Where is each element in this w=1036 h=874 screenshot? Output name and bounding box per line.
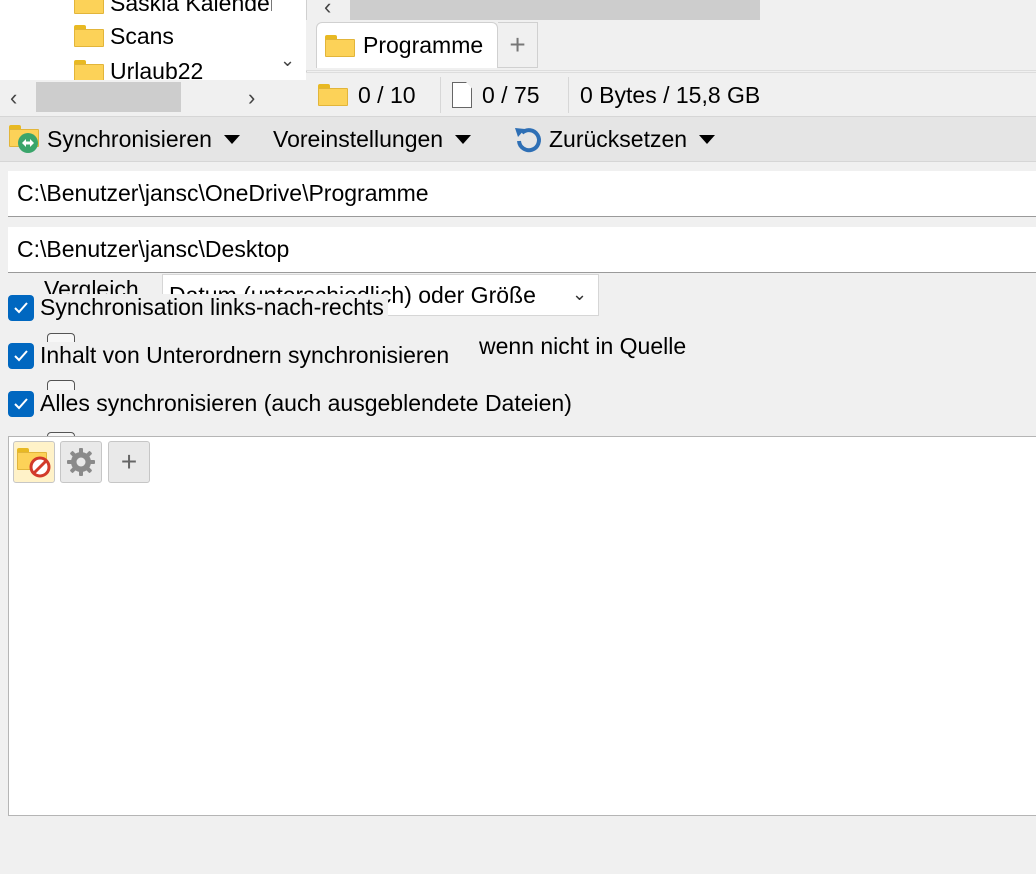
checkmark-icon xyxy=(14,397,28,409)
caret-down-icon xyxy=(699,134,716,144)
sync-folder-icon xyxy=(9,125,41,153)
source-path-value: C:\Benutzer\jansc\OneDrive\Programme xyxy=(17,180,429,206)
plus-icon: + xyxy=(509,29,526,60)
folder-count-value: 0 / 10 xyxy=(358,81,416,108)
tree-horizontal-scrollbar[interactable]: ‹ › xyxy=(0,80,306,114)
subfolders-label: Inhalt von Unterordnern synchronisieren xyxy=(40,342,450,368)
folder-icon xyxy=(318,84,348,106)
sync-direction-option[interactable]: Synchronisation links-nach-rechts xyxy=(8,294,388,321)
synchronize-button[interactable]: Synchronisieren xyxy=(9,117,240,161)
tree-item-label: Scans xyxy=(110,22,174,49)
folder-blocked-icon xyxy=(17,446,51,478)
folder-icon xyxy=(325,34,355,57)
folder-icon xyxy=(74,25,104,47)
reset-label: Zurücksetzen xyxy=(549,125,688,152)
synchronize-label: Synchronisieren xyxy=(47,125,212,152)
caret-down-icon xyxy=(223,134,240,144)
sync-all-label: Alles synchronisieren (auch ausgeblendet… xyxy=(40,390,572,416)
scroll-thumb[interactable] xyxy=(350,0,760,20)
folder-count: 0 / 10 xyxy=(318,73,416,117)
undo-icon xyxy=(515,128,541,153)
file-icon xyxy=(452,82,472,108)
tree-item-label: Urlaub22 xyxy=(110,57,204,81)
caret-down-icon xyxy=(455,134,472,144)
toolbar: Synchronisieren Voreinstellungen Zurücks… xyxy=(0,116,1036,162)
checkbox-checked[interactable] xyxy=(8,342,34,369)
chevron-left-icon[interactable]: ‹ xyxy=(324,0,331,20)
exclude-folder-button[interactable] xyxy=(13,441,55,483)
tab-label: Programme xyxy=(363,32,484,58)
tree-item-label: Saskia Kalender xyxy=(110,0,272,16)
presets-button[interactable]: Voreinstellungen xyxy=(273,117,472,161)
checkbox-checked[interactable] xyxy=(8,294,34,321)
tree-item[interactable]: Scans xyxy=(74,21,174,51)
target-path-value: C:\Benutzer\jansc\Desktop xyxy=(17,236,290,262)
file-count-value: 0 / 75 xyxy=(482,81,540,108)
add-button[interactable]: + xyxy=(108,441,150,483)
file-count: 0 / 75 xyxy=(452,73,540,117)
gear-icon xyxy=(67,448,95,476)
chevron-down-icon[interactable]: ⌄ xyxy=(280,50,295,71)
status-bar: 0 / 10 0 / 75 0 Bytes / 15,8 GB xyxy=(306,72,1036,117)
checkmark-icon xyxy=(14,301,28,313)
divider xyxy=(568,77,569,113)
plus-icon: + xyxy=(120,446,138,477)
source-path-field[interactable]: C:\Benutzer\jansc\OneDrive\Programme xyxy=(8,171,1036,217)
chevron-down-icon: ⌄ xyxy=(572,284,588,304)
exclusion-list-panel xyxy=(8,436,1036,816)
sync-all-option[interactable]: Alles synchronisieren (auch ausgeblendet… xyxy=(8,390,576,417)
chevron-left-icon[interactable]: ‹ xyxy=(10,85,17,111)
add-tab-button[interactable]: + xyxy=(498,22,538,68)
scroll-thumb[interactable] xyxy=(36,82,181,112)
chevron-right-icon[interactable]: › xyxy=(248,85,255,111)
folder-icon xyxy=(74,0,104,14)
tab-programme[interactable]: Programme xyxy=(316,22,498,68)
subfolders-option[interactable]: Inhalt von Unterordnern synchronisieren xyxy=(8,342,454,369)
tab-scrollbar[interactable]: ‹ xyxy=(316,0,1036,20)
reset-button[interactable]: Zurücksetzen xyxy=(513,117,716,161)
folder-tree: Saskia Kalender Scans Urlaub22 xyxy=(0,0,272,80)
tree-item[interactable]: Saskia Kalender xyxy=(74,0,272,18)
if-not-in-source-label: wenn nicht in Quelle xyxy=(479,333,687,359)
tree-item[interactable]: Urlaub22 xyxy=(74,56,203,80)
checkmark-icon xyxy=(14,349,28,361)
target-path-field[interactable]: C:\Benutzer\jansc\Desktop xyxy=(8,227,1036,273)
size-value: 0 Bytes / 15,8 GB xyxy=(580,81,761,108)
size-info: 0 Bytes / 15,8 GB xyxy=(580,73,760,117)
checkbox-checked[interactable] xyxy=(8,390,34,417)
presets-label: Voreinstellungen xyxy=(273,125,444,152)
folder-icon xyxy=(74,60,104,80)
sync-direction-label: Synchronisation links-nach-rechts xyxy=(40,294,384,320)
divider xyxy=(440,77,441,113)
settings-button[interactable] xyxy=(60,441,102,483)
tree-vertical-scrollbar[interactable]: ⌄ xyxy=(272,0,306,80)
